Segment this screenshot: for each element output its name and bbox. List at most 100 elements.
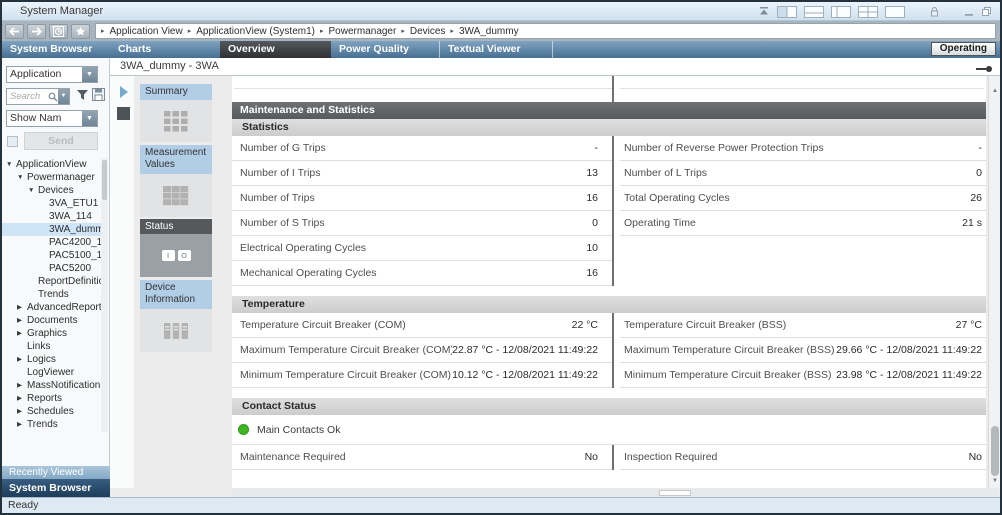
row-label: Maintenance Required <box>232 445 585 469</box>
overview-nav-status[interactable]: StatusIO <box>140 219 212 277</box>
search-input[interactable] <box>7 91 48 102</box>
tree-item-devices[interactable]: ▼Devices <box>2 184 101 197</box>
expand-arrow-icon[interactable] <box>120 86 128 98</box>
tree-item-logviewer[interactable]: LogViewer <box>2 366 101 379</box>
lock-icon[interactable] <box>930 6 939 18</box>
horizontal-scrollbar-thumb[interactable] <box>659 490 691 496</box>
tree-item-documents[interactable]: ▶Documents <box>2 314 101 327</box>
status-text: Ready <box>8 499 38 511</box>
breadcrumb-item-devices[interactable]: Devices <box>410 26 446 37</box>
tree-collapsed-icon[interactable]: ▶ <box>17 379 27 392</box>
tree-collapsed-icon[interactable]: ▶ <box>17 353 27 366</box>
breadcrumb-item-applicationview-system1[interactable]: ApplicationView (System1) <box>196 26 315 37</box>
vertical-scrollbar-thumb[interactable] <box>991 426 999 476</box>
tree-collapsed-icon[interactable]: ▶ <box>17 418 27 431</box>
tree-item-logics[interactable]: ▶Logics <box>2 353 101 366</box>
tree-collapsed-icon[interactable]: ▶ <box>17 301 27 314</box>
tree-scrollbar[interactable] <box>101 158 108 432</box>
layout-left-pane-icon[interactable] <box>831 6 851 18</box>
tree-item-label: Links <box>27 340 50 353</box>
send-button[interactable]: Send <box>24 132 98 150</box>
tree-item-reports[interactable]: ▶Reports <box>2 392 101 405</box>
forward-icon <box>31 27 42 36</box>
contact-status-label: Main Contacts Ok <box>257 424 340 436</box>
chevron-down-icon[interactable]: ▼ <box>58 89 69 104</box>
history-button[interactable] <box>49 24 68 39</box>
breadcrumb-separator-icon: ▸ <box>320 27 324 35</box>
tree-collapsed-icon[interactable]: ▶ <box>17 314 27 327</box>
tree-expanded-icon[interactable]: ▼ <box>17 171 27 184</box>
tab-textual-viewer[interactable]: Textual Viewer <box>440 41 553 58</box>
tree-item-links[interactable]: Links <box>2 340 101 353</box>
stop-square-icon[interactable] <box>117 107 130 120</box>
data-row-maximum-temperature-circuit-breaker-com: Maximum Temperature Circuit Breaker (COM… <box>232 338 612 363</box>
minimize-icon[interactable] <box>964 7 974 17</box>
overview-nav-summary[interactable]: Summary <box>140 84 212 142</box>
chevron-down-icon[interactable]: ▼ <box>82 111 97 126</box>
tree-collapsed-icon[interactable]: ▶ <box>17 392 27 405</box>
device-info-icon <box>140 309 212 352</box>
tree-item-advancedreporting[interactable]: ▶AdvancedReporting <box>2 301 101 314</box>
layout-single-icon[interactable] <box>885 6 905 18</box>
vertical-scrollbar[interactable]: ▲ ▼ <box>988 76 1000 488</box>
tree-scrollbar-thumb[interactable] <box>102 160 107 200</box>
tree-item-trends[interactable]: ▶Trends <box>2 418 101 431</box>
overview-nav-device-information[interactable]: Device Information <box>140 280 212 352</box>
tree-item-3wa-114[interactable]: 3WA_114 <box>2 210 101 223</box>
chevron-down-icon[interactable]: ▼ <box>82 67 97 82</box>
tree-item-3va-etu1[interactable]: 3VA_ETU1 <box>2 197 101 210</box>
show-name-dropdown[interactable]: Show Nam ▼ <box>6 110 98 127</box>
back-button[interactable] <box>5 24 24 39</box>
tree-item-graphics[interactable]: ▶Graphics <box>2 327 101 340</box>
tree-item-powermanager[interactable]: ▼Powermanager <box>2 171 101 184</box>
pin-handle-icon[interactable] <box>976 66 992 71</box>
restore-icon[interactable] <box>981 6 992 17</box>
data-row-minimum-temperature-circuit-breaker-com: Minimum Temperature Circuit Breaker (COM… <box>232 363 612 388</box>
forward-button[interactable] <box>27 24 46 39</box>
tree-item-massnotification[interactable]: ▶MassNotification <box>2 379 101 392</box>
operating-mode-button[interactable]: Operating <box>931 42 996 56</box>
tree-expanded-icon[interactable]: ▼ <box>6 158 16 171</box>
tree-item-reportdefinition[interactable]: ReportDefinition <box>2 275 101 288</box>
tree-item-applicationview[interactable]: ▼ApplicationView <box>2 158 101 171</box>
filter-icon[interactable] <box>76 89 89 104</box>
tree-item-3wa-dummy[interactable]: 3WA_dummy <box>2 223 101 236</box>
scroll-up-icon[interactable]: ▲ <box>989 88 1001 94</box>
send-checkbox[interactable] <box>7 136 18 147</box>
tree-item-pac4200-1[interactable]: PAC4200_1 <box>2 236 101 249</box>
favorites-button[interactable] <box>71 24 90 39</box>
tree-collapsed-icon[interactable]: ▶ <box>17 405 27 418</box>
search-box[interactable]: ▼ <box>6 88 70 105</box>
device-tree: ▼ApplicationView▼Powermanager▼Devices3VA… <box>2 158 101 434</box>
right-column: Temperature Circuit Breaker (BSS)27 °CMa… <box>620 313 986 388</box>
device-title: 3WA_dummy - 3WA <box>120 60 219 72</box>
tree-expanded-icon[interactable]: ▼ <box>28 184 38 197</box>
view-dropdown[interactable]: Application ▼ <box>6 66 98 83</box>
data-row-maintenance-required: Maintenance RequiredNo <box>232 445 612 470</box>
tab-charts[interactable]: Charts <box>110 41 220 58</box>
system-browser-panel: Application ▼ ▼ Show Nam ▼ Send ▼Applica… <box>2 58 110 497</box>
breadcrumb-item-powermanager[interactable]: Powermanager <box>329 26 397 37</box>
breadcrumb-item-application-view[interactable]: Application View <box>110 26 183 37</box>
tree-item-pac5200[interactable]: PAC5200 <box>2 262 101 275</box>
tree-collapsed-icon[interactable]: ▶ <box>17 327 27 340</box>
contact-status-row: Main Contacts Ok <box>232 415 986 445</box>
layout-quad-icon[interactable] <box>858 6 878 18</box>
tree-item-trends[interactable]: Trends <box>2 288 101 301</box>
layout-split-vertical-icon[interactable] <box>777 6 797 18</box>
tree-item-pac5100-1[interactable]: PAC5100_1 <box>2 249 101 262</box>
horizontal-scrollbar[interactable] <box>232 489 998 497</box>
breadcrumb-item-3wa-dummy[interactable]: 3WA_dummy <box>459 26 519 37</box>
row-value: 26 <box>970 186 986 210</box>
tab-overview[interactable]: Overview <box>220 41 331 58</box>
data-row-number-of-trips: Number of Trips16 <box>232 186 612 211</box>
overview-nav-measurement-values[interactable]: Measurement Values <box>140 145 212 217</box>
tab-power-quality[interactable]: Power Quality <box>331 41 440 58</box>
maintenance-panel: Maintenance and Statistics StatisticsNum… <box>232 76 986 488</box>
sidebar-footer-system-browser[interactable]: System Browser <box>2 479 110 497</box>
save-icon[interactable] <box>92 88 105 104</box>
sidebar-footer-recently-viewed[interactable]: Recently Viewed <box>2 466 110 479</box>
scroll-down-icon[interactable]: ▼ <box>989 478 1001 484</box>
tree-item-schedules[interactable]: ▶Schedules <box>2 405 101 418</box>
layout-split-horizontal-icon[interactable] <box>804 6 824 18</box>
